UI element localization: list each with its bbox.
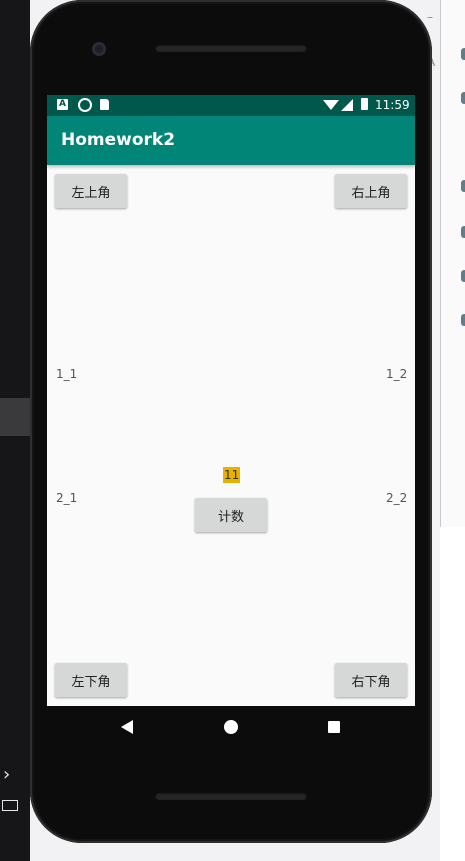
tool-icon[interactable] [461,226,465,238]
tool-icon[interactable] [461,92,465,104]
ide-tool-panel: – A [427,0,465,527]
speaker-grille [155,792,307,800]
tool-icon[interactable] [461,48,465,60]
sdcard-icon [100,99,109,110]
phone-screen: A 11:59 Homework2 左上角 右上角 1_1 1_2 11 2_1… [47,95,415,706]
counter-value: 11 [223,467,241,483]
back-icon[interactable] [121,720,133,734]
app-title: Homework2 [61,130,176,150]
tool-icon[interactable] [461,314,465,326]
top-left-button[interactable]: 左上角 [55,174,127,208]
dash-icon: – [427,10,433,24]
chevron-right-icon[interactable]: › [3,766,10,784]
label-2-1: 2_1 [56,491,78,505]
count-button[interactable]: 计数 [195,498,267,532]
battery-icon [361,98,368,110]
app-bar: Homework2 [47,116,415,165]
circle-icon [78,98,92,112]
ide-right-panel: – A [427,0,465,861]
home-icon[interactable] [224,720,238,734]
tool-icon[interactable] [461,270,465,282]
camera-icon [92,42,106,56]
status-time: 11:59 [375,98,410,112]
label-1-2: 1_2 [386,367,408,381]
battery-icon [2,800,18,811]
android-icon: A [57,99,68,110]
label-2-2: 2_2 [386,491,408,505]
tool-icon[interactable] [461,180,465,192]
ide-left-panel: › [0,0,30,861]
navigation-bar [47,706,415,748]
label-1-1: 1_1 [56,367,78,381]
bottom-left-button[interactable]: 左下角 [55,663,127,697]
status-bar: A 11:59 [47,95,415,116]
speaker-grille [155,44,307,52]
ide-selected-item[interactable] [0,398,30,436]
bottom-right-button[interactable]: 右下角 [335,663,407,697]
top-right-button[interactable]: 右上角 [335,174,407,208]
recents-icon[interactable] [328,721,340,733]
signal-icon [341,99,353,111]
wifi-icon [323,100,339,110]
